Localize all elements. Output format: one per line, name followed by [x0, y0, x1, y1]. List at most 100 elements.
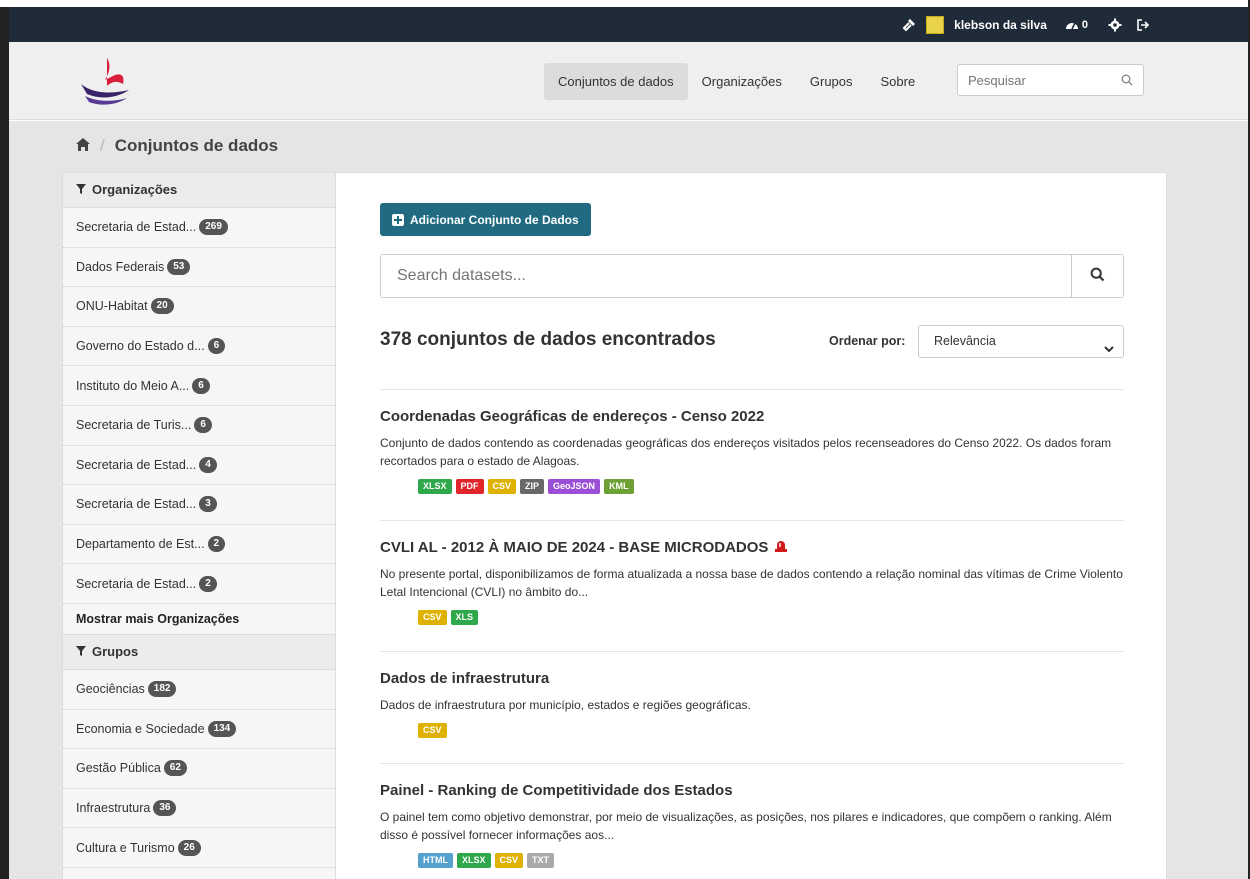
user-avatar[interactable] [926, 15, 945, 34]
dataset-search [380, 254, 1124, 298]
dataset-title-link[interactable]: Coordenadas Geográficas de endereços - C… [380, 408, 1124, 425]
facet-label: ONU-Habitat [76, 299, 148, 314]
facet-count-badge: 2 [207, 536, 226, 553]
facet-count-badge: 6 [192, 377, 210, 394]
group-facet-item[interactable]: Infraestrutura 36 [63, 789, 335, 829]
facet-label: Geociências [76, 682, 145, 697]
gavel-icon[interactable] [902, 18, 916, 32]
dataset-description: No presente portal, disponibilizamos de … [380, 567, 1123, 599]
group-facet-item[interactable]: Cultura e Turismo 26 [63, 828, 335, 868]
org-facet-item[interactable]: ONU-Habitat 20 [63, 287, 335, 327]
facet-count-badge: 26 [177, 839, 201, 856]
dataset-search-input[interactable] [381, 255, 1071, 297]
dataset-title: CVLI AL - 2012 À MAIO DE 2024 - BASE MIC… [380, 539, 769, 556]
dataset-title-link[interactable]: CVLI AL - 2012 À MAIO DE 2024 - BASE MIC… [380, 539, 1124, 556]
group-facet-item[interactable]: Gestão Pública 62 [63, 749, 335, 789]
org-facet-item[interactable]: Secretaria de Estad... 3 [63, 485, 335, 525]
top-margin [0, 0, 1250, 7]
org-facet-item[interactable]: Secretaria de Estad... 269 [63, 208, 335, 248]
facet-count-badge: 20 [150, 298, 174, 315]
main-nav: Conjuntos de dados Organizações Grupos S… [544, 63, 929, 100]
format-tag[interactable]: ZIP [520, 479, 545, 494]
dataset-results-panel: Adicionar Conjunto de Dados 378 conjunto… [335, 172, 1167, 879]
org-facet-item[interactable]: Secretaria de Estad... 4 [63, 446, 335, 486]
facet-count-badge: 6 [194, 417, 212, 434]
groups-facet-heading: Grupos [63, 633, 335, 670]
show-more-orgs-link[interactable]: Mostrar mais Organizações [63, 604, 335, 634]
dataset-title: Coordenadas Geográficas de endereços - C… [380, 408, 765, 425]
org-facet-item[interactable]: Dados Federais 53 [63, 248, 335, 288]
format-tag[interactable]: GeoJSON [548, 479, 601, 494]
format-tag[interactable]: XLSX [418, 479, 452, 494]
sort-select[interactable]: Relevância [918, 325, 1124, 358]
format-tag[interactable]: CSV [487, 479, 517, 494]
site-search-input[interactable] [958, 65, 1108, 95]
format-tag[interactable]: KML [604, 479, 634, 494]
search-icon [1090, 267, 1105, 285]
groups-facet-title: Grupos [92, 643, 139, 659]
sort-label: Ordenar por: [829, 334, 906, 348]
dataset-description: Dados de infraestrutura por município, e… [380, 698, 751, 712]
filter-icon [76, 634, 86, 670]
format-tag[interactable]: XLSX [457, 853, 491, 868]
nav-organizations[interactable]: Organizações [688, 63, 796, 100]
dashboard-link[interactable]: 0 [1065, 18, 1088, 32]
breadcrumb-separator: / [100, 136, 105, 155]
dataset-title-link[interactable]: Painel - Ranking de Competitividade dos … [380, 782, 1124, 799]
org-facet-item[interactable]: Secretaria de Estad... 2 [63, 564, 335, 604]
facet-label: Secretaria de Estad... [76, 576, 197, 591]
masthead: Conjuntos de dados Organizações Grupos S… [9, 42, 1248, 120]
format-tag[interactable]: CSV [418, 610, 447, 625]
format-tag[interactable]: CSV [494, 853, 524, 868]
group-facet-item[interactable]: Economia e Sociedade 134 [63, 710, 335, 750]
nav-groups[interactable]: Grupos [796, 63, 867, 100]
dashboard-count: 0 [1081, 18, 1088, 31]
add-dataset-button[interactable]: Adicionar Conjunto de Dados [380, 203, 591, 236]
org-facet-item[interactable]: Instituto do Meio A... 6 [63, 366, 335, 406]
facet-count-badge: 2 [199, 575, 217, 592]
home-icon[interactable] [76, 136, 90, 156]
facet-label: Infraestrutura [76, 801, 151, 816]
site-logo[interactable] [77, 54, 133, 110]
nav-datasets[interactable]: Conjuntos de dados [544, 63, 688, 100]
facet-count-badge: 3 [199, 496, 217, 513]
siren-icon [774, 539, 788, 556]
sort-select-value: Relevância [934, 334, 996, 348]
dataset-search-button[interactable] [1071, 255, 1123, 297]
org-facet-item[interactable]: Secretaria de Turis... 6 [63, 406, 335, 446]
gear-icon[interactable] [1108, 18, 1122, 32]
org-facet-item[interactable]: Departamento de Est... 2 [63, 525, 335, 565]
facet-label: Secretaria de Estad... [76, 497, 197, 512]
format-tag[interactable]: PDF [455, 479, 484, 494]
facet-label: Governo do Estado d... [76, 339, 205, 354]
add-dataset-label: Adicionar Conjunto de Dados [410, 212, 579, 227]
org-facet-item[interactable]: Governo do Estado d... 6 [63, 327, 335, 367]
results-count-heading: 378 conjuntos de dados encontrados [380, 329, 716, 350]
format-tag[interactable]: TXT [527, 853, 555, 868]
facet-label: Departamento de Est... [76, 537, 205, 552]
format-tag[interactable]: CSV [418, 723, 447, 738]
search-icon[interactable] [1121, 74, 1133, 86]
format-tag[interactable]: HTML [418, 853, 453, 868]
dashboard-icon [1065, 18, 1079, 32]
facet-count-badge: 4 [199, 456, 217, 473]
group-facet-item[interactable]: Geociências 182 [63, 670, 335, 710]
user-name-link[interactable]: klebson da silva [954, 18, 1047, 32]
dataset-item: Painel - Ranking de Competitividade dos … [380, 763, 1124, 879]
facet-label: Gestão Pública [76, 761, 161, 776]
format-tag[interactable]: XLS [450, 610, 479, 625]
chevron-down-icon [1103, 336, 1115, 353]
site-search [957, 64, 1144, 96]
dataset-list: Coordenadas Geográficas de endereços - C… [380, 389, 1124, 879]
facet-label: Dados Federais [76, 259, 165, 274]
logout-icon[interactable] [1136, 18, 1150, 32]
filter-icon [76, 172, 86, 208]
breadcrumb-current[interactable]: Conjuntos de dados [115, 136, 278, 156]
format-tags: CSV [380, 723, 1124, 738]
facet-count-badge: 53 [167, 258, 191, 275]
format-tags: XLSX PDF CSV ZIP GeoJSON KML [380, 479, 1124, 494]
format-tags: CSV XLS [380, 610, 1124, 625]
org-facet-heading: Organizações [63, 172, 335, 208]
nav-about[interactable]: Sobre [867, 63, 930, 100]
dataset-title-link[interactable]: Dados de infraestrutura [380, 670, 1124, 687]
